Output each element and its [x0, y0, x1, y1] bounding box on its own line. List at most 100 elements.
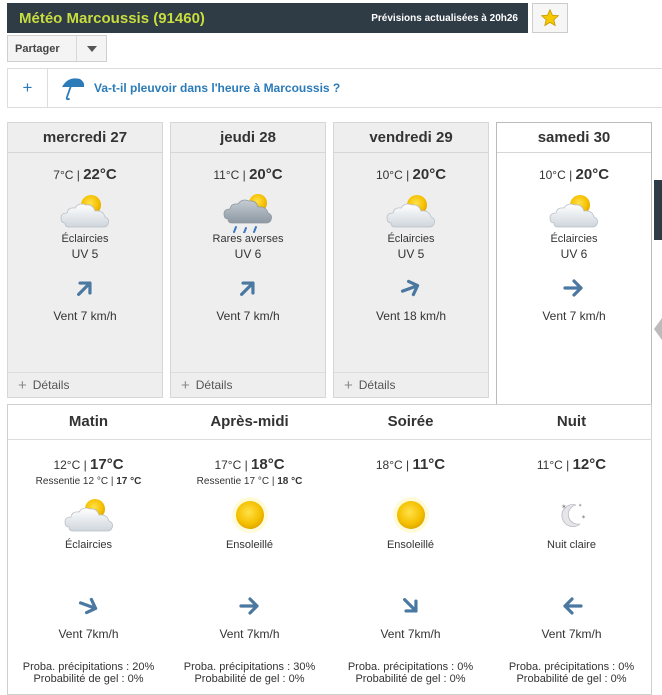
- divider: [8, 439, 169, 440]
- wind-direction-icon: [562, 597, 583, 615]
- svg-text:✶: ✶: [578, 503, 582, 509]
- feels-like-label: Ressentie 12 °C: [35, 476, 109, 487]
- precip-probability: Proba. précipitations : 20%: [22, 661, 155, 673]
- feels-like: Ressentie 17 °C | 18 °C: [196, 476, 303, 487]
- temp-min: 7°C: [53, 168, 74, 182]
- sun-icon: [231, 497, 268, 533]
- star-icon: [540, 8, 560, 27]
- day-name: mercredi 27: [8, 123, 162, 153]
- day-name: vendredi 29: [334, 123, 488, 153]
- sun-icon: [392, 497, 429, 533]
- period-morning: Matin 12°C | 17°C Ressentie 12 °C | 17 °…: [8, 405, 169, 695]
- weather-desc: Ensoleillé: [386, 539, 435, 551]
- temp-max: 18°C: [251, 456, 285, 473]
- temp-max: 11°C: [412, 456, 446, 473]
- partly-cloudy-icon: [549, 194, 598, 228]
- details-link[interactable]: + Détails: [334, 372, 488, 397]
- feels-like: Ressentie 12 °C | 17 °C: [35, 476, 142, 487]
- partly-cloudy-icon: [386, 194, 435, 228]
- uv-index: UV 6: [234, 247, 262, 261]
- wind-speed: Vent 7km/h: [380, 627, 441, 641]
- divider: [169, 439, 330, 440]
- day-card-thursday[interactable]: jeudi 28 11°C | 20°C Rares averses UV 6 …: [170, 122, 326, 398]
- weather-desc: Ensoleillé: [225, 539, 274, 551]
- period-night: Nuit 11°C | 12°C ✶ ✶ ✶ Nuit claire Vent …: [491, 405, 652, 695]
- feels-like-empty: [491, 476, 652, 487]
- weather-desc: Nuit claire: [547, 539, 596, 551]
- rain-question-link[interactable]: Va-t-il pleuvoir dans l'heure à Marcouss…: [94, 81, 340, 95]
- day-periods-panel: Matin 12°C | 17°C Ressentie 12 °C | 17 °…: [7, 404, 652, 695]
- divider: [330, 439, 491, 440]
- period-temps: 11°C | 12°C: [536, 456, 607, 473]
- plus-icon: +: [181, 376, 190, 394]
- day-card-wednesday[interactable]: mercredi 27 7°C | 22°C Éclaircies UV 5 V…: [7, 122, 163, 398]
- temp-min: 10°C: [375, 168, 403, 182]
- period-name: Soirée: [387, 413, 434, 430]
- feels-like-max: 17 °C: [116, 476, 142, 487]
- wind-direction-icon: [76, 594, 100, 617]
- feels-like-label: Ressentie 17 °C: [196, 476, 270, 487]
- details-label: Détails: [32, 378, 70, 392]
- frost-probability: Probabilité de gel : 0%: [33, 673, 144, 685]
- rain-hour-bar[interactable]: + Va-t-il pleuvoir dans l'heure à Marcou…: [7, 68, 662, 108]
- details-link[interactable]: + Détails: [8, 372, 162, 397]
- frost-probability: Probabilité de gel : 0%: [516, 673, 627, 685]
- uv-index: UV 5: [397, 247, 425, 261]
- wind-speed: Vent 7 km/h: [53, 309, 117, 323]
- page-title: Météo Marcoussis (91460): [19, 9, 205, 27]
- temp-min: 18°C: [375, 458, 403, 472]
- day-name: samedi 30: [497, 123, 651, 153]
- expand-button[interactable]: +: [8, 69, 48, 107]
- precip-probability: Proba. précipitations : 0%: [347, 661, 474, 673]
- temp-max: 12°C: [572, 456, 607, 473]
- wind-direction-icon: [73, 276, 97, 299]
- details-label: Détails: [358, 378, 396, 392]
- period-evening: Soirée 18°C | 11°C Ensoleillé Vent 7km/h…: [330, 405, 491, 695]
- period-name: Après-midi: [210, 413, 289, 430]
- chevron-left-icon[interactable]: [654, 318, 662, 340]
- plus-icon: +: [344, 376, 353, 394]
- day-card-saturday[interactable]: samedi 30 10°C | 20°C Éclaircies UV 6 Ve…: [496, 122, 652, 405]
- svg-text:✶: ✶: [561, 503, 567, 511]
- wind-direction-icon: [399, 277, 422, 299]
- temp-min: 17°C: [214, 458, 242, 472]
- precip-probability: Proba. précipitations : 30%: [183, 661, 316, 673]
- period-name: Matin: [68, 413, 109, 430]
- uv-index: UV 6: [560, 247, 588, 261]
- wind-direction-icon: [563, 279, 583, 297]
- favorite-button[interactable]: [532, 3, 568, 33]
- day-temps: 7°C | 22°C: [53, 166, 117, 183]
- frost-probability: Probabilité de gel : 0%: [355, 673, 466, 685]
- weather-desc: Rares averses: [212, 233, 284, 245]
- svg-text:✶: ✶: [581, 514, 586, 521]
- period-temps: 12°C | 17°C: [53, 456, 124, 473]
- day-temps: 10°C | 20°C: [538, 166, 610, 183]
- wind-direction-icon: [238, 597, 259, 615]
- partly-cloudy-icon: [64, 498, 113, 532]
- plus-icon: +: [18, 376, 27, 394]
- details-link[interactable]: + Détails: [171, 372, 325, 397]
- period-temps: 18°C | 11°C: [375, 456, 446, 473]
- weather-desc: Éclaircies: [64, 539, 113, 551]
- wind-speed: Vent 7km/h: [58, 627, 119, 641]
- weather-desc: Éclaircies: [387, 233, 435, 245]
- divider: [491, 439, 652, 440]
- period-temps: 17°C | 18°C: [214, 456, 285, 473]
- uv-index: UV 5: [71, 247, 99, 261]
- wind-direction-icon: [236, 276, 260, 299]
- temp-max: 20°C: [575, 166, 610, 183]
- share-label: Partager: [15, 42, 60, 55]
- period-name: Nuit: [556, 413, 587, 430]
- temp-min: 10°C: [538, 168, 566, 182]
- day-card-friday[interactable]: vendredi 29 10°C | 20°C Éclaircies UV 5 …: [333, 122, 489, 398]
- wind-speed: Vent 7km/h: [219, 627, 280, 641]
- umbrella-icon: [62, 78, 85, 101]
- weather-desc: Éclaircies: [550, 233, 598, 245]
- details-label: Détails: [195, 378, 233, 392]
- day-temps: 11°C | 20°C: [213, 166, 283, 183]
- temp-min: 12°C: [53, 458, 81, 472]
- share-caret-button[interactable]: [76, 36, 106, 61]
- wind-direction-icon: [398, 593, 422, 617]
- frost-probability: Probabilité de gel : 0%: [194, 673, 305, 685]
- share-dropdown[interactable]: Partager: [7, 35, 107, 62]
